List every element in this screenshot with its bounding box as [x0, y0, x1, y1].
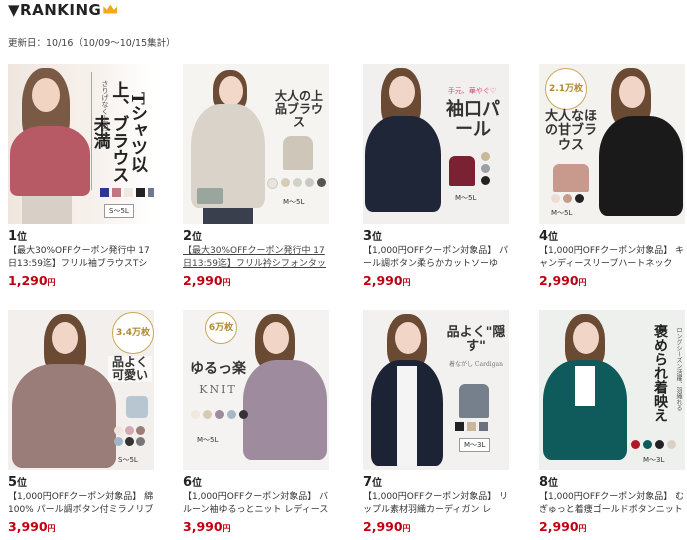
ranking-title: ▼RANKING — [8, 1, 102, 19]
product-image-subcaption: さりげなく上品に。 — [101, 80, 109, 143]
product-image[interactable]: 手元、華やぐ♡ 袖口パール M～5L — [363, 64, 509, 224]
updated-date: 更新日：10/16（10/09～10/15集計） — [8, 38, 176, 49]
color-swatches — [267, 178, 326, 189]
product-price: 3,990円 — [183, 519, 231, 534]
product-price: 2,990円 — [183, 273, 231, 288]
ranking-card-8[interactable]: ロングシーズン活躍、羽織れる 褒められ着映え M～3L 8位 【1,000円OF… — [539, 310, 685, 534]
ranking-card-2[interactable]: 大人の上品ブラウス M～5L 2位 【最大30%OFFクーポン発行中 17日13… — [183, 64, 329, 288]
color-swatches — [100, 188, 154, 197]
product-name-link[interactable]: 【1,000円OFFクーポン対象品】 リップル素材羽織カーディガン レ — [363, 491, 509, 517]
color-swatches — [114, 426, 152, 446]
product-image-subcaption: KNIT — [199, 383, 237, 396]
sales-badge: 6万枚 — [205, 312, 237, 344]
color-swatches — [481, 152, 490, 185]
size-range: M～3L — [643, 456, 665, 464]
size-range: M～5L — [455, 194, 477, 202]
product-image[interactable]: 大人の上品ブラウス M～5L — [183, 64, 329, 224]
color-swatches — [455, 422, 488, 431]
ranking-card-4[interactable]: 2.1万枚 大人なほの甘ブラウス M～5L 4位 【1,000円OFFクーポン対… — [539, 64, 685, 288]
ranking-card-7[interactable]: 品よく"隠す" 着ながし Cardigan M～3L 7位 【1,000円OFF… — [363, 310, 509, 534]
product-image-caption: 袖口パール — [446, 99, 500, 140]
product-name-link[interactable]: 【1,000円OFFクーポン対象品】 バルーン袖ゆるっとニット レディース 春 — [183, 491, 329, 517]
color-swatches — [191, 410, 251, 419]
size-range: M～5L — [551, 209, 573, 217]
product-image-subcaption: 着ながし Cardigan — [449, 361, 503, 368]
product-image[interactable]: Tシャツ以上、ブラウス未満 さりげなく上品に。 S～5L — [8, 64, 154, 224]
product-image-caption: 大人の上品ブラウス — [274, 89, 323, 130]
product-price: 2,990円 — [539, 519, 587, 534]
color-swatches — [631, 440, 676, 449]
product-name-link[interactable]: 【1,000円OFFクーポン対象品】 パール調ボタン柔らかカットソーゆ — [363, 245, 509, 271]
product-image[interactable]: 2.1万枚 大人なほの甘ブラウス M～5L — [539, 64, 685, 224]
product-name-link[interactable]: 【最大30%OFFクーポン発行中 17日13:59迄】フリル袖ブラウスTシャツ — [8, 245, 154, 271]
sales-badge: 3.4万枚 — [112, 312, 154, 354]
product-image-caption: ゆるっ楽 — [190, 361, 246, 377]
product-image[interactable]: 品よく"隠す" 着ながし Cardigan M～3L — [363, 310, 509, 470]
rank-label: 5位 — [8, 475, 28, 490]
size-range: M～5L — [197, 436, 219, 444]
product-price: 1,290円 — [8, 273, 56, 288]
rank-label: 1位 — [8, 229, 28, 244]
product-name-link[interactable]: 【1,000円OFFクーポン対象品】 キャンディースリーブハートネック — [539, 245, 685, 271]
product-image-caption: 品よく"隠す" — [446, 325, 506, 355]
product-price: 2,990円 — [363, 519, 411, 534]
rank-label: 8位 — [539, 475, 559, 490]
product-name-link[interactable]: 【1,000円OFFクーポン対象品】 むぎゅっと着痩ゴールドボタンニット — [539, 491, 685, 517]
product-name-link[interactable]: 【最大30%OFFクーポン発行中 17日13:59迄】フリル衿シフォンタッ — [183, 245, 329, 271]
size-range: S～5L — [118, 456, 138, 464]
ranking-card-3[interactable]: 手元、華やぐ♡ 袖口パール M～5L 3位 【1,000円OFFクーポン対象品】… — [363, 64, 509, 288]
ranking-header: ▼RANKING — [8, 0, 118, 20]
product-image-caption: 大人なほの甘ブラウス — [544, 109, 597, 153]
rank-label: 3位 — [363, 229, 383, 244]
ranking-card-6[interactable]: 6万枚 ゆるっ楽 KNIT M～5L 6位 【1,000円OFFクーポン対象品】… — [183, 310, 329, 534]
product-image[interactable]: ロングシーズン活躍、羽織れる 褒められ着映え M～3L — [539, 310, 685, 470]
product-image-subcaption: 手元、華やぐ♡ — [447, 87, 497, 95]
product-image-caption: Tシャツ以上、ブラウス未満 — [89, 81, 147, 183]
product-price: 2,990円 — [539, 273, 587, 288]
product-image-caption: 褒められ着映え — [652, 324, 668, 422]
size-range: M～5L — [283, 198, 305, 206]
size-range: M～3L — [459, 438, 491, 452]
ranking-card-1[interactable]: Tシャツ以上、ブラウス未満 さりげなく上品に。 S～5L 1位 【最大30%OF… — [8, 64, 154, 288]
color-swatches — [551, 194, 584, 203]
product-name-link[interactable]: 【1,000円OFFクーポン対象品】 綿100% パール調ボタン付ミラノリブ — [8, 491, 154, 517]
product-price: 3,990円 — [8, 519, 56, 534]
rank-label: 2位 — [183, 229, 203, 244]
crown-icon — [103, 4, 118, 14]
ranking-card-5[interactable]: 3.4万枚 品よく可愛い S～5L 5位 【1,000円OFFクーポン対象品】 … — [8, 310, 154, 534]
product-image-caption: 品よく可愛い — [108, 355, 152, 383]
product-image[interactable]: 3.4万枚 品よく可愛い S～5L — [8, 310, 154, 470]
rank-label: 7位 — [363, 475, 383, 490]
product-image-subcaption: ロングシーズン活躍、羽織れる — [675, 327, 682, 411]
product-image[interactable]: 6万枚 ゆるっ楽 KNIT M～5L — [183, 310, 329, 470]
rank-label: 4位 — [539, 229, 559, 244]
size-range: S～5L — [104, 204, 134, 218]
product-price: 2,990円 — [363, 273, 411, 288]
rank-label: 6位 — [183, 475, 203, 490]
sales-badge: 2.1万枚 — [545, 68, 587, 110]
